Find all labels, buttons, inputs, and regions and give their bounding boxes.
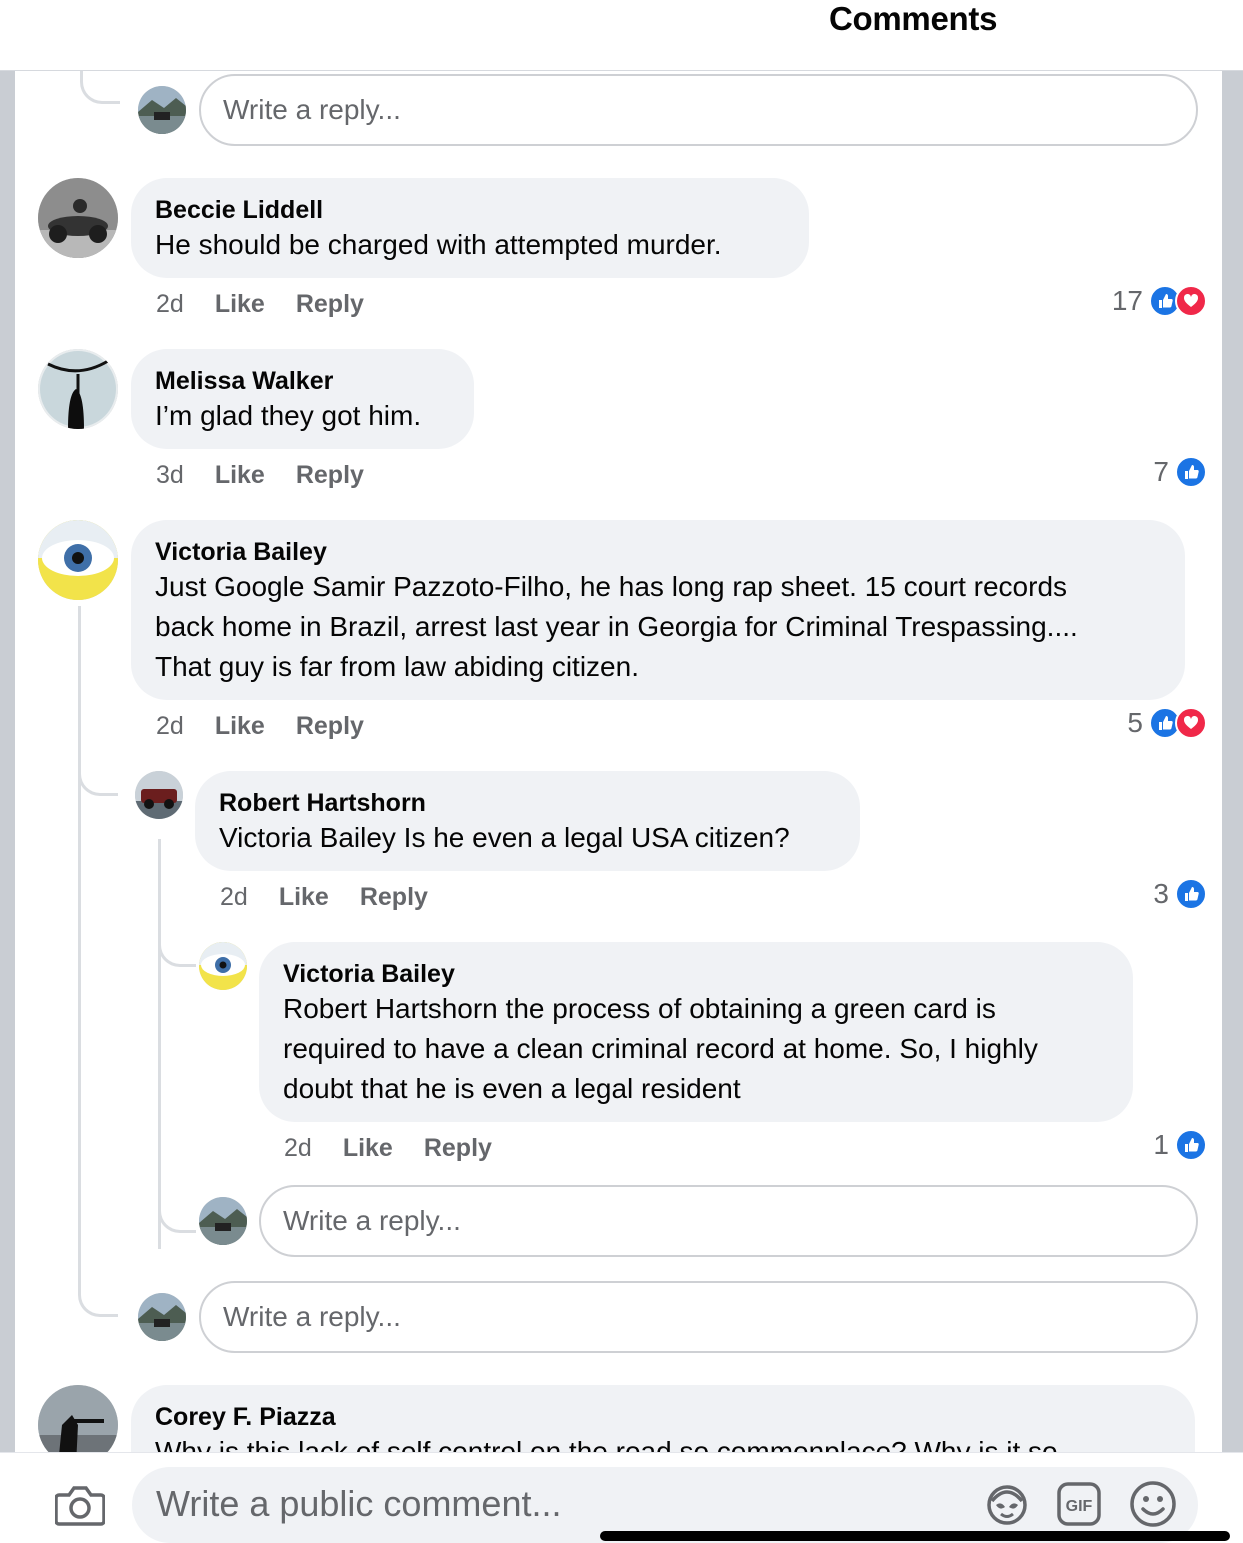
like-icon (1175, 878, 1207, 910)
like-button[interactable]: Like (343, 1134, 393, 1162)
comment-text-line: Just Google Samir Pazzoto-Filho, he has … (155, 571, 1068, 602)
thread-connector (78, 1271, 118, 1317)
comment-text-line: doubt that he is even a legal resident (283, 1073, 741, 1104)
emoji-icon[interactable] (1128, 1479, 1178, 1529)
reply-input[interactable]: Write a reply... (199, 1281, 1198, 1353)
reaction-count: 3 (1153, 878, 1169, 909)
like-button[interactable]: Like (215, 461, 265, 489)
thread-connector (158, 941, 196, 967)
comment-author[interactable]: Melissa Walker (155, 366, 450, 396)
reaction-summary[interactable]: 3 (1055, 876, 1207, 912)
reply-button[interactable]: Reply (296, 290, 364, 318)
comment-bubble: Victoria Bailey Just Google Samir Pazzot… (131, 520, 1185, 700)
comment-text: Victoria Bailey Is he even a legal USA c… (219, 822, 790, 853)
comment-actions: 3d Like Reply (156, 459, 395, 491)
comment-timestamp[interactable]: 3d (156, 461, 184, 489)
thread-connector (80, 71, 120, 104)
like-button[interactable]: Like (215, 712, 265, 740)
like-icon (1175, 456, 1207, 488)
reply-bubble: Victoria Bailey Robert Hartshorn the pro… (259, 942, 1133, 1122)
comment-text: He should be charged with attempted murd… (155, 229, 722, 260)
comment-text: I’m glad they got him. (155, 400, 422, 431)
comment-actions: 2d Like Reply (284, 1132, 523, 1164)
like-button[interactable]: Like (279, 883, 329, 911)
comment-text-line: That guy is far from law abiding citizen… (155, 651, 639, 682)
reply-input[interactable]: Write a reply... (259, 1185, 1198, 1257)
composer-placeholder: Write a public comment... (156, 1483, 562, 1524)
camera-icon[interactable] (54, 1483, 106, 1527)
reaction-count: 17 (1111, 285, 1143, 316)
love-icon (1175, 707, 1207, 739)
reply-button[interactable]: Reply (296, 712, 364, 740)
current-user-avatar[interactable] (138, 1293, 186, 1341)
avatar[interactable] (38, 349, 118, 429)
reaction-count: 7 (1153, 456, 1169, 487)
thread-connector (158, 1191, 196, 1233)
reply-button[interactable]: Reply (360, 883, 428, 911)
comment-author[interactable]: Beccie Liddell (155, 195, 785, 225)
reply-input[interactable]: Write a reply... (199, 74, 1198, 146)
comment-actions: 2d Like Reply (156, 710, 395, 742)
thread-line (78, 796, 81, 1286)
comments-panel[interactable]: Write a reply... Beccie Liddell He shoul… (15, 71, 1222, 1542)
home-indicator (600, 1531, 1230, 1541)
gif-icon[interactable]: GIF (1056, 1481, 1102, 1527)
avatar[interactable] (199, 942, 247, 990)
comment-text-line: required to have a clean criminal record… (283, 1033, 1038, 1064)
comment-text-line: back home in Brazil, arrest last year in… (155, 611, 1078, 642)
reply-button[interactable]: Reply (424, 1134, 492, 1162)
comment-author[interactable]: Robert Hartshorn (219, 788, 836, 818)
love-icon (1175, 285, 1207, 317)
comment-timestamp[interactable]: 2d (284, 1134, 312, 1162)
reaction-summary[interactable]: 17 (1055, 283, 1207, 319)
comment-author[interactable]: Victoria Bailey (283, 959, 1109, 989)
reaction-summary[interactable]: 1 (1055, 1127, 1207, 1163)
reply-bubble: Robert Hartshorn Victoria Bailey Is he e… (195, 771, 860, 871)
page-title: Comments (829, 0, 998, 37)
comment-timestamp[interactable]: 2d (220, 883, 248, 911)
reaction-count: 5 (1127, 707, 1143, 738)
thread-line (78, 606, 81, 796)
avatar[interactable] (135, 771, 183, 819)
avatar[interactable] (38, 178, 118, 258)
comments-header: Comments (0, 0, 1243, 71)
reaction-count: 1 (1153, 1129, 1169, 1160)
comment-author[interactable]: Corey F. Piazza (155, 1402, 1171, 1432)
reply-button[interactable]: Reply (296, 461, 364, 489)
comment-composer: Write a public comment... GIF (0, 1452, 1243, 1543)
svg-text:GIF: GIF (1066, 1498, 1093, 1515)
like-button[interactable]: Like (215, 290, 265, 318)
reaction-summary[interactable]: 5 (1055, 705, 1207, 741)
comment-bubble: Melissa Walker I’m glad they got him. (131, 349, 474, 449)
thread-line (158, 839, 161, 1249)
avatar-sticker-icon[interactable] (984, 1481, 1030, 1527)
comment-timestamp[interactable]: 2d (156, 712, 184, 740)
reaction-summary[interactable]: 7 (1055, 454, 1207, 490)
avatar[interactable] (38, 520, 118, 600)
like-icon (1175, 1129, 1207, 1161)
comment-bubble: Beccie Liddell He should be charged with… (131, 178, 809, 278)
comment-actions: 2d Like Reply (156, 288, 395, 320)
comment-timestamp[interactable]: 2d (156, 290, 184, 318)
comment-author[interactable]: Victoria Bailey (155, 537, 1161, 567)
comment-actions: 2d Like Reply (220, 881, 459, 913)
comment-text-line: Robert Hartshorn the process of obtainin… (283, 993, 996, 1024)
current-user-avatar[interactable] (138, 86, 186, 134)
thread-connector (78, 771, 118, 796)
current-user-avatar[interactable] (199, 1197, 247, 1245)
